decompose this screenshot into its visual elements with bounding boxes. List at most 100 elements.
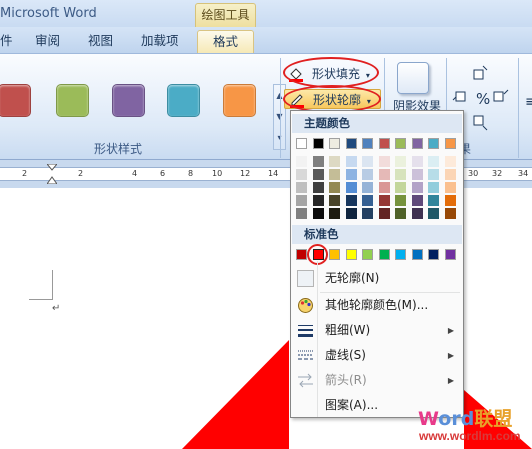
theme-shade-swatch[interactable] [312, 169, 324, 180]
theme-shade-swatch[interactable] [378, 169, 390, 180]
theme-shade-swatch[interactable] [428, 208, 439, 219]
standard-color-swatch[interactable] [411, 249, 423, 260]
theme-shade-swatch[interactable] [411, 182, 423, 193]
theme-shade-swatch[interactable] [296, 156, 307, 167]
no-outline-item[interactable]: 无轮廓(N) [292, 266, 462, 291]
theme-shade-swatch[interactable] [444, 195, 456, 206]
ruler-number: 30 [468, 169, 479, 178]
shape-style-swatch[interactable] [167, 84, 200, 117]
line-weight-item[interactable]: 粗细(W) ▶ [292, 318, 462, 343]
theme-shade-swatch[interactable] [378, 156, 390, 167]
ruler-number: 10 [212, 169, 223, 178]
shape-style-swatch[interactable] [112, 84, 145, 117]
theme-shade-swatch[interactable] [296, 169, 307, 180]
theme-shade-swatch[interactable] [444, 169, 456, 180]
theme-color-swatch[interactable] [296, 138, 307, 149]
theme-color-swatch[interactable] [345, 138, 357, 149]
theme-shade-swatch[interactable] [329, 208, 340, 219]
shadow-effects-button[interactable]: 阴影效果 [387, 56, 442, 116]
theme-shade-swatch[interactable] [329, 182, 340, 193]
theme-shade-swatch[interactable] [395, 169, 406, 180]
theme-shade-swatch[interactable] [411, 208, 423, 219]
theme-shade-swatch[interactable] [378, 195, 390, 206]
standard-color-swatch[interactable] [395, 249, 406, 260]
theme-shade-swatch[interactable] [296, 195, 307, 206]
theme-shade-swatch[interactable] [428, 169, 439, 180]
theme-shade-swatch[interactable] [312, 182, 324, 193]
theme-shade-swatch[interactable] [444, 156, 456, 167]
standard-color-swatch[interactable] [362, 249, 373, 260]
theme-shade-swatch[interactable] [329, 169, 340, 180]
theme-color-swatch[interactable] [378, 138, 390, 149]
indent-marker[interactable] [45, 163, 59, 185]
standard-color-swatch[interactable] [444, 249, 456, 260]
ribbon-tab-row: 件 审阅 视图 加载项 格式 [0, 27, 532, 53]
theme-shade-swatch[interactable] [362, 195, 373, 206]
tab-format[interactable]: 格式 [197, 30, 254, 53]
theme-shade-swatch[interactable] [345, 195, 357, 206]
theme-shade-swatch[interactable] [345, 208, 357, 219]
annotation-circle [283, 57, 379, 88]
margin-corner-mark [52, 270, 53, 300]
tab-addins[interactable]: 加载项 [141, 30, 185, 53]
tab-view[interactable]: 视图 [88, 30, 118, 53]
theme-shade-swatch[interactable] [411, 195, 423, 206]
tab-review[interactable]: 审阅 [35, 30, 65, 53]
shape-style-swatch[interactable] [223, 84, 256, 117]
theme-shade-swatch[interactable] [378, 182, 390, 193]
theme-shade-swatch[interactable] [312, 208, 324, 219]
standard-color-swatch[interactable] [428, 249, 439, 260]
theme-shade-swatch[interactable] [362, 169, 373, 180]
theme-shade-swatch[interactable] [444, 182, 456, 193]
standard-color-swatch[interactable] [329, 249, 340, 260]
theme-shade-swatch[interactable] [411, 156, 423, 167]
arrows-item: 箭头(R) ▶ [292, 368, 462, 393]
theme-shade-swatch[interactable] [329, 156, 340, 167]
group-divider [280, 58, 281, 158]
shape-style-swatch[interactable] [0, 84, 31, 117]
theme-shade-swatch[interactable] [428, 182, 439, 193]
ruler-number: 34 [518, 169, 529, 178]
theme-shade-swatch[interactable] [296, 208, 307, 219]
theme-shade-swatch[interactable] [395, 208, 406, 219]
theme-shade-swatch[interactable] [296, 182, 307, 193]
theme-shade-swatch[interactable] [395, 182, 406, 193]
theme-shade-swatch[interactable] [395, 156, 406, 167]
theme-color-swatch[interactable] [362, 138, 373, 149]
theme-shade-swatch[interactable] [362, 182, 373, 193]
theme-color-swatch[interactable] [312, 138, 324, 149]
shape-style-swatch[interactable] [56, 84, 89, 117]
theme-color-swatch[interactable] [428, 138, 439, 149]
theme-color-swatch[interactable] [329, 138, 340, 149]
theme-shade-swatch[interactable] [395, 195, 406, 206]
dashes-item[interactable]: 虚线(S) ▶ [292, 343, 462, 368]
ruler-number: 6 [160, 169, 166, 178]
theme-shade-swatch[interactable] [411, 169, 423, 180]
theme-shade-swatch[interactable] [312, 195, 324, 206]
standard-color-swatch[interactable] [345, 249, 357, 260]
ruler-number: 4 [132, 169, 138, 178]
text-box-icon[interactable]: ≡ [525, 94, 532, 110]
svg-text:%: % [476, 90, 490, 108]
tab-partial[interactable]: 件 [0, 30, 16, 53]
theme-shade-swatch[interactable] [362, 208, 373, 219]
theme-shade-swatch[interactable] [345, 182, 357, 193]
theme-shade-swatch[interactable] [345, 156, 357, 167]
theme-shade-swatch[interactable] [345, 169, 357, 180]
theme-shade-swatch[interactable] [378, 208, 390, 219]
theme-shade-swatch[interactable] [444, 208, 456, 219]
no-outline-label: 无轮廓(N) [325, 271, 380, 285]
theme-color-swatch[interactable] [411, 138, 423, 149]
theme-shade-swatch[interactable] [312, 156, 324, 167]
theme-color-swatch[interactable] [395, 138, 406, 149]
theme-shade-swatch[interactable] [362, 156, 373, 167]
theme-color-swatch[interactable] [444, 138, 456, 149]
standard-color-swatch[interactable] [378, 249, 390, 260]
theme-shade-swatch[interactable] [329, 195, 340, 206]
theme-shade-swatch[interactable] [428, 195, 439, 206]
annotation-circle [283, 85, 381, 113]
theme-shade-swatch[interactable] [428, 156, 439, 167]
standard-color-swatch[interactable] [296, 249, 307, 260]
drawing-tools-context-label: 绘图工具 [195, 3, 256, 27]
more-outline-colors-item[interactable]: 其他轮廓颜色(M)... [292, 293, 462, 318]
